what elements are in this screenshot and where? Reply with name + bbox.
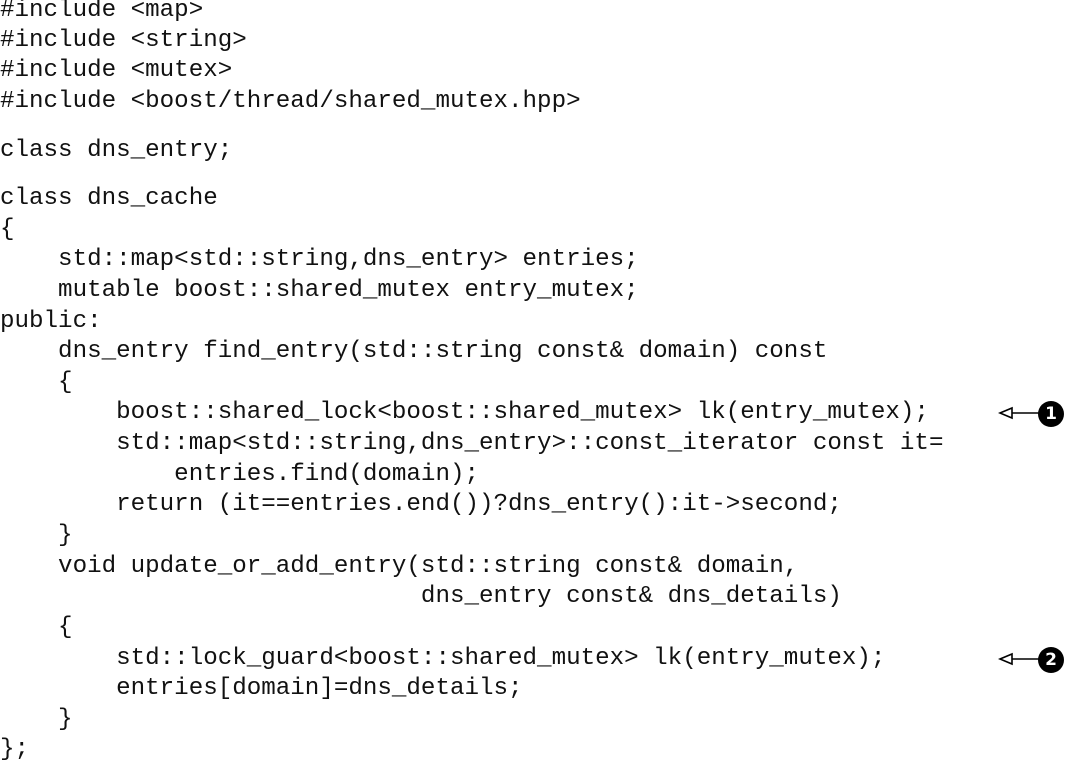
code-line: mutable boost::shared_mutex entry_mutex; <box>0 277 639 304</box>
code-line: class dns_entry; <box>0 137 233 164</box>
code-line: std::lock_guard<boost::shared_mutex> lk(… <box>0 645 886 672</box>
code-line: #include <string> <box>0 27 247 54</box>
code-line: return (it==entries.end())?dns_entry():i… <box>0 491 842 518</box>
code-line: } <box>0 706 73 733</box>
code-line: } <box>0 522 73 549</box>
code-line: std::map<std::string,dns_entry> entries; <box>0 246 639 273</box>
code-line: { <box>0 614 73 641</box>
callout-number: 1 <box>1038 401 1064 427</box>
code-line: boost::shared_lock<boost::shared_mutex> … <box>0 399 929 426</box>
code-line: dns_entry const& dns_details) <box>0 583 842 610</box>
code-line: #include <boost/thread/shared_mutex.hpp> <box>0 88 581 115</box>
code-line: #include <mutex> <box>0 57 233 84</box>
code-line: std::map<std::string,dns_entry>::const_i… <box>0 430 944 457</box>
code-line: }; <box>0 736 30 763</box>
callout-number: 2 <box>1038 647 1064 673</box>
code-line: class dns_cache <box>0 185 218 212</box>
callout-1: 1 <box>998 398 1065 428</box>
code-line: dns_entry find_entry(std::string const& … <box>0 338 828 365</box>
code-line: public: <box>0 308 102 335</box>
code-line: { <box>0 216 15 243</box>
code-line: entries.find(domain); <box>0 461 479 488</box>
code-listing: #include <map> #include <string> #includ… <box>0 0 1065 763</box>
code-line: entries[domain]=dns_details; <box>0 675 523 702</box>
code-line: void update_or_add_entry(std::string con… <box>0 553 799 580</box>
code-line: { <box>0 369 73 396</box>
callout-2: 2 <box>998 644 1065 674</box>
code-line: #include <map> <box>0 0 204 24</box>
